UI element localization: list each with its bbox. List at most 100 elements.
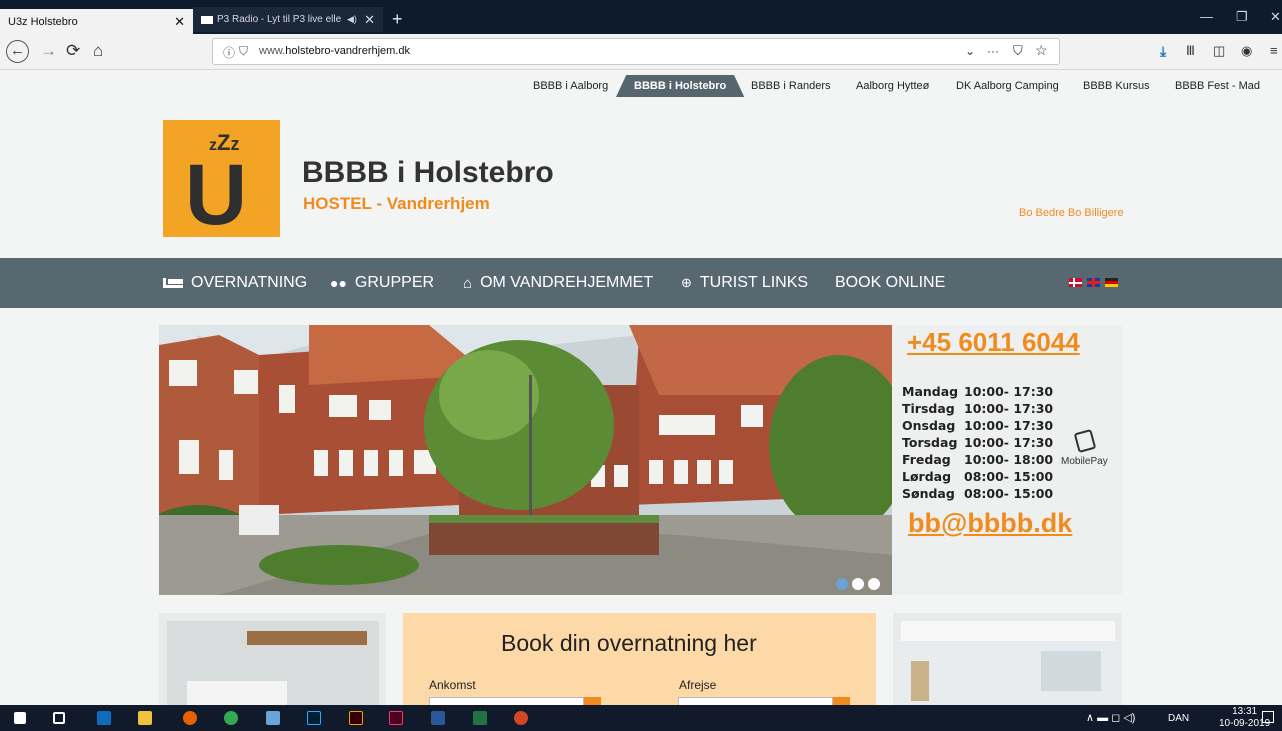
- logo-sleep-icon: zZz: [209, 130, 240, 155]
- browser-tab-holstebro[interactable]: U3z Holstebro ✕: [0, 9, 193, 34]
- account-icon[interactable]: ◉: [1241, 43, 1252, 59]
- site-tab-fest[interactable]: BBBB Fest - Mad: [1175, 75, 1260, 97]
- nav-turist-links[interactable]: ⊕ TURIST LINKS: [681, 274, 808, 292]
- common-room-card[interactable]: [893, 613, 1122, 705]
- slider-dot-1[interactable]: [836, 578, 848, 590]
- restore-button[interactable]: ❐: [1236, 9, 1248, 25]
- site-tab-holstebro[interactable]: BBBB i Holstebro: [616, 75, 745, 97]
- reload-icon[interactable]: ⟳: [66, 41, 80, 61]
- word-icon[interactable]: [431, 711, 445, 725]
- library-icon[interactable]: Ⅲ: [1186, 43, 1195, 59]
- nav-label: OVERNATNING: [191, 274, 308, 291]
- browser-tab-strip: U3z Holstebro ✕ P3 Radio - Lyt til P3 li…: [0, 0, 1282, 34]
- group-icon: ●●: [330, 275, 347, 291]
- hero-slider-image[interactable]: [159, 325, 892, 595]
- hostel-building-photo: [159, 325, 892, 595]
- german-flag-icon[interactable]: [1105, 278, 1118, 287]
- english-flag-icon[interactable]: [1087, 278, 1100, 287]
- input-language[interactable]: DAN: [1168, 713, 1189, 724]
- time: 10:00- 17:30: [964, 401, 1054, 416]
- nav-grupper[interactable]: ●● GRUPPER: [330, 274, 434, 292]
- page-actions-icon[interactable]: ···: [987, 44, 999, 58]
- site-tab-aalborg[interactable]: BBBB i Aalborg: [533, 75, 608, 97]
- nav-label: TURIST LINKS: [699, 274, 809, 291]
- tray-icons[interactable]: ∧ ▬ ◻ ◁): [1086, 711, 1135, 724]
- nav-om-vandrehjemmet[interactable]: ⌂ OM VANDREHJEMMET: [463, 274, 653, 292]
- p3-favicon-icon: [201, 15, 213, 24]
- tracking-shield-icon[interactable]: ⛉: [239, 44, 248, 59]
- browser-toolbar: ← → ⟳ ⌂ ⓘ ⛉ www.holstebro-vandrerhjem.dk…: [0, 34, 1282, 70]
- day: Søndag: [902, 486, 955, 501]
- arrival-label: Ankomst: [429, 678, 476, 692]
- day: Mandag: [902, 384, 959, 399]
- info-icon[interactable]: ⓘ: [223, 44, 235, 61]
- photoshop-icon[interactable]: [307, 711, 321, 725]
- site-tab-randers[interactable]: BBBB i Randers: [751, 75, 830, 97]
- nav-label: BOOK ONLINE: [835, 274, 946, 291]
- notifications-icon[interactable]: [1262, 711, 1274, 723]
- room-photo: [167, 621, 379, 711]
- nav-label: OM VANDREHJEMMET: [480, 274, 654, 291]
- new-tab-button[interactable]: +: [392, 9, 403, 30]
- site-subtitle: HOSTEL - Vandrerhjem: [303, 194, 490, 213]
- bed-icon: [163, 278, 183, 288]
- time: 10:00- 17:30: [964, 435, 1054, 450]
- hours-row: Mandag 10:00- 17:30: [902, 384, 1053, 399]
- home-icon[interactable]: ⌂: [93, 41, 103, 61]
- audio-playing-icon[interactable]: ◀): [347, 14, 357, 25]
- mobilepay-label: MobilePay: [1061, 456, 1108, 467]
- time: 10:00- 17:30: [964, 384, 1054, 399]
- site-tab-camping[interactable]: DK Aalborg Camping: [956, 75, 1059, 97]
- illustrator-icon[interactable]: [349, 711, 363, 725]
- bookmark-star-icon[interactable]: ☆: [1035, 42, 1048, 59]
- logo-letter: U: [185, 147, 248, 243]
- download-icon[interactable]: ⤓: [1160, 43, 1166, 60]
- powerpoint-icon[interactable]: [514, 711, 528, 725]
- indesign-icon[interactable]: [389, 711, 403, 725]
- back-icon[interactable]: ←: [6, 40, 29, 63]
- site-title: BBBB i Holstebro: [302, 156, 554, 189]
- excel-icon[interactable]: [473, 711, 487, 725]
- menu-icon[interactable]: ≡: [1270, 43, 1278, 58]
- booking-title: Book din overnatning her: [501, 630, 757, 656]
- globe-icon: ⊕: [681, 275, 692, 290]
- hours-row: Fredag 10:00- 18:00: [902, 452, 1053, 467]
- nav-overnatning[interactable]: OVERNATNING: [163, 274, 307, 292]
- phone-link[interactable]: +45 6011 6044: [907, 327, 1080, 358]
- close-tab-icon[interactable]: ✕: [174, 14, 185, 30]
- tab-title: P3 Radio - Lyt til P3 live elle: [217, 14, 342, 25]
- app-icon[interactable]: [266, 711, 280, 725]
- file-explorer-icon[interactable]: [138, 711, 152, 725]
- site-tabs: BBBB i Aalborg BBBB i Holstebro BBBB i R…: [0, 70, 1282, 100]
- day: Torsdag: [902, 435, 958, 450]
- slider-dot-3[interactable]: [868, 578, 880, 590]
- sidebar-icon[interactable]: ◫: [1213, 43, 1225, 59]
- task-view-icon[interactable]: [53, 712, 65, 724]
- nav-book-online[interactable]: BOOK ONLINE: [835, 274, 945, 292]
- slider-dot-2[interactable]: [852, 578, 864, 590]
- chrome-icon[interactable]: [224, 711, 238, 725]
- close-tab-icon[interactable]: ✕: [364, 12, 375, 28]
- site-tab-hytteo[interactable]: Aalborg Hytteø: [856, 75, 929, 97]
- hours-row: Tirsdag 10:00- 17:30: [902, 401, 1053, 416]
- dropdown-icon[interactable]: ⌄: [965, 44, 975, 58]
- danish-flag-icon[interactable]: [1069, 278, 1082, 287]
- email-link[interactable]: bb@bbbb.dk: [908, 508, 1072, 539]
- browser-tab-p3-radio[interactable]: P3 Radio - Lyt til P3 live elle ◀) ✕: [193, 7, 383, 32]
- forward-icon[interactable]: →: [40, 41, 57, 61]
- hours-row: Torsdag 10:00- 17:30: [902, 435, 1053, 450]
- day: Onsdag: [902, 418, 956, 433]
- firefox-icon[interactable]: [183, 711, 197, 725]
- site-tab-kursus[interactable]: BBBB Kursus: [1083, 75, 1150, 97]
- hours-row: Onsdag 10:00- 17:30: [902, 418, 1053, 433]
- minimize-button[interactable]: —: [1200, 9, 1213, 24]
- close-window-button[interactable]: ✕: [1270, 9, 1281, 25]
- url-bar[interactable]: ⓘ ⛉ www.holstebro-vandrerhjem.dk ⌄ ··· ⛉…: [212, 38, 1060, 65]
- hours-row: Lørdag 08:00- 15:00: [902, 469, 1053, 484]
- start-button-icon[interactable]: [14, 712, 26, 724]
- day: Fredag: [902, 452, 951, 467]
- time: 10:00- 18:00: [964, 452, 1054, 467]
- outlook-icon[interactable]: [97, 711, 111, 725]
- room-card[interactable]: [159, 613, 386, 711]
- pocket-icon[interactable]: ⛉: [1013, 43, 1023, 59]
